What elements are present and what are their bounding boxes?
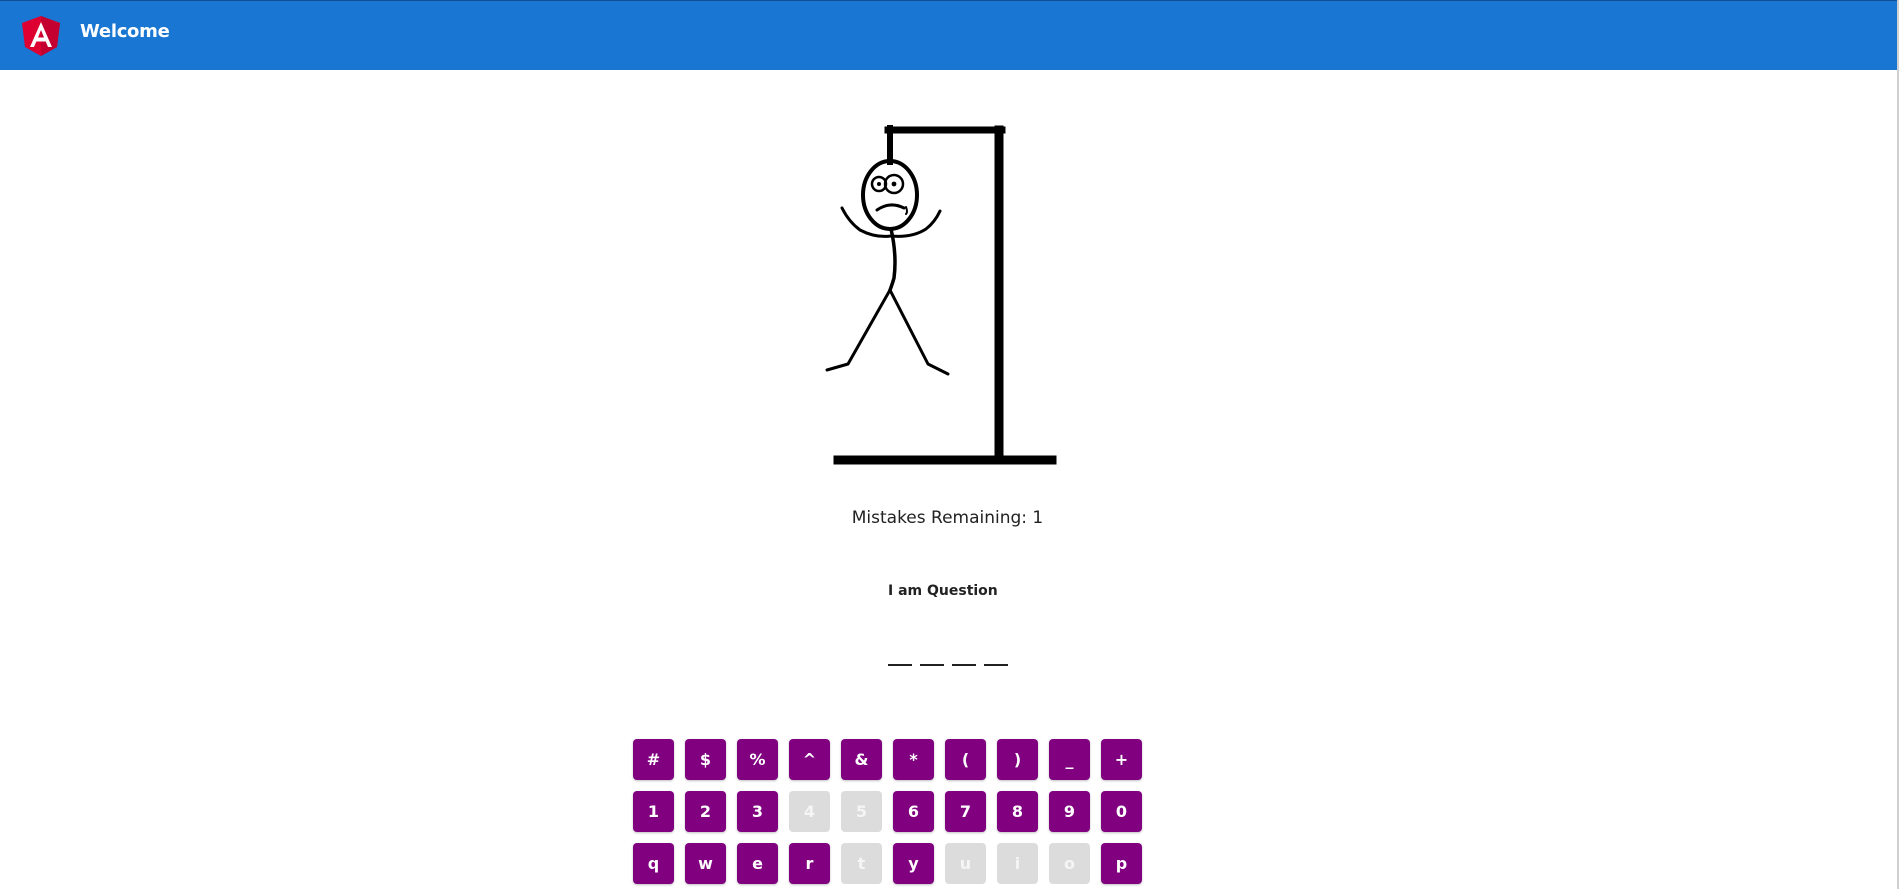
key-button[interactable]: 2 [685, 791, 726, 832]
key-button[interactable]: e [737, 843, 778, 884]
key-button[interactable]: & [841, 739, 882, 780]
key-button[interactable]: _ [1049, 739, 1090, 780]
key-button: u [945, 843, 986, 884]
key-button[interactable]: q [633, 843, 674, 884]
key-button[interactable]: r [789, 843, 830, 884]
key-button[interactable]: % [737, 739, 778, 780]
question-text: I am Question [888, 583, 998, 599]
key-button[interactable]: 6 [893, 791, 934, 832]
gallows [833, 125, 1057, 465]
key-button[interactable]: y [893, 843, 934, 884]
figure-right-leg [888, 288, 950, 376]
figure-mouth [875, 203, 906, 212]
letter-blank [920, 664, 944, 666]
figure-head [861, 159, 919, 231]
key-button: 5 [841, 791, 882, 832]
key-button[interactable]: p [1101, 843, 1142, 884]
key-button[interactable]: 1 [633, 791, 674, 832]
figure-left-leg [825, 288, 892, 372]
key-button: t [841, 843, 882, 884]
key-button[interactable]: # [633, 739, 674, 780]
key-button: 4 [789, 791, 830, 832]
stick-figure [825, 159, 950, 376]
key-button[interactable]: ( [945, 739, 986, 780]
key-button[interactable]: 3 [737, 791, 778, 832]
key-button[interactable]: ) [997, 739, 1038, 780]
figure-body [888, 227, 897, 292]
letter-blank [984, 664, 1008, 666]
key-button: i [997, 843, 1038, 884]
key-button[interactable]: ^ [789, 739, 830, 780]
key-button[interactable]: 9 [1049, 791, 1090, 832]
key-button[interactable]: 8 [997, 791, 1038, 832]
key-button[interactable]: * [893, 739, 934, 780]
key-button[interactable]: + [1101, 739, 1142, 780]
key-button[interactable]: $ [685, 739, 726, 780]
key-button: o [1049, 843, 1090, 884]
letter-blank [888, 664, 912, 666]
letter-blank [952, 664, 976, 666]
figure-right-arm [889, 209, 942, 238]
word-blanks [888, 664, 1008, 666]
key-button[interactable]: 7 [945, 791, 986, 832]
key-button[interactable]: w [685, 843, 726, 884]
key-button[interactable]: 0 [1101, 791, 1142, 832]
letter-keyboard: # $% ^ & * () _ +1 2 3 4 5 6 7 8 9 0 q w e r t y u i o p [633, 739, 1142, 884]
mistakes-remaining: Mistakes Remaining: 1 [851, 508, 1044, 528]
